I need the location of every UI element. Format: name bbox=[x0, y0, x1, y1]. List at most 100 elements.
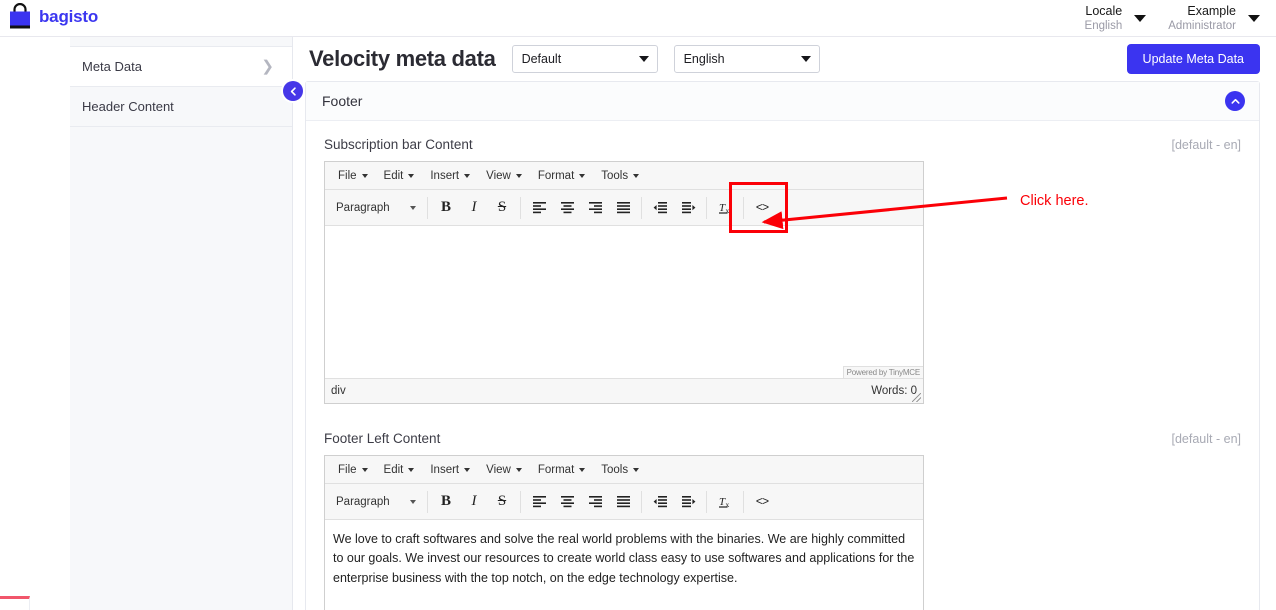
menu-format[interactable]: Format bbox=[531, 167, 592, 185]
format-block-label: Paragraph bbox=[336, 495, 390, 508]
source-code-icon[interactable]: <> bbox=[748, 489, 776, 515]
top-bar-right: Locale English Example Administrator bbox=[1071, 0, 1268, 37]
source-code-icon[interactable]: <> bbox=[748, 195, 776, 221]
strikethrough-icon[interactable]: S bbox=[488, 489, 516, 515]
italic-icon[interactable]: I bbox=[460, 489, 488, 515]
sidebar-item-label: Header Content bbox=[82, 99, 174, 114]
sidebar-collapse-button[interactable] bbox=[283, 81, 303, 101]
caret-down-icon bbox=[408, 467, 415, 472]
resize-handle[interactable] bbox=[912, 393, 921, 402]
editor-menubar: File Edit Insert View Format Tools bbox=[325, 162, 923, 190]
editor-menubar: File Edit Insert View Format Tools bbox=[325, 456, 923, 484]
bold-icon[interactable]: B bbox=[432, 489, 460, 515]
menu-label: File bbox=[338, 169, 357, 182]
menu-label: Insert bbox=[430, 169, 460, 182]
indent-icon[interactable] bbox=[674, 195, 702, 221]
word-count: Words: 0 bbox=[871, 385, 917, 397]
caret-down-icon bbox=[361, 173, 368, 178]
toolbar-separator bbox=[706, 490, 707, 513]
menu-insert[interactable]: Insert bbox=[423, 461, 477, 479]
menu-tools[interactable]: Tools bbox=[594, 461, 646, 479]
clear-formatting-icon[interactable]: Tx bbox=[711, 489, 739, 515]
align-justify-icon[interactable] bbox=[609, 195, 637, 221]
align-right-icon[interactable] bbox=[581, 489, 609, 515]
toolbar-separator bbox=[706, 196, 707, 219]
account-role: Administrator bbox=[1168, 19, 1236, 32]
sidebar: Meta Data ❯ Header Content bbox=[70, 37, 293, 610]
footer-left-editor: File Edit Insert View Format Tools Parag… bbox=[324, 455, 924, 610]
caret-down-icon bbox=[633, 173, 640, 178]
menu-label: View bbox=[486, 169, 511, 182]
menu-label: File bbox=[338, 463, 357, 476]
field-label: Subscription bar Content bbox=[324, 137, 473, 152]
toolbar-separator bbox=[520, 196, 521, 219]
brand-name: bagisto bbox=[39, 7, 99, 26]
align-right-icon[interactable] bbox=[581, 195, 609, 221]
caret-down-icon bbox=[1248, 15, 1260, 22]
outdent-icon[interactable] bbox=[646, 489, 674, 515]
account-name: Example bbox=[1187, 4, 1236, 19]
locale-select-wrapper: English bbox=[673, 45, 820, 73]
menu-insert[interactable]: Insert bbox=[423, 167, 477, 185]
align-center-icon[interactable] bbox=[553, 195, 581, 221]
align-left-icon[interactable] bbox=[525, 489, 553, 515]
menu-label: Format bbox=[537, 463, 575, 476]
footer-panel-body: Subscription bar Content [default - en] … bbox=[306, 121, 1259, 610]
format-block-select[interactable]: Paragraph bbox=[329, 195, 423, 221]
menu-file[interactable]: File bbox=[331, 461, 375, 479]
menu-label: Insert bbox=[430, 463, 460, 476]
main-content: Velocity meta data Default English Updat… bbox=[293, 37, 1276, 610]
clear-formatting-icon[interactable]: Tx bbox=[711, 195, 739, 221]
sidebar-item-header-content[interactable]: Header Content bbox=[70, 87, 292, 127]
subscription-bar-field-header: Subscription bar Content [default - en] bbox=[324, 137, 1241, 152]
menu-edit[interactable]: Edit bbox=[377, 461, 422, 479]
field-locale-tag: [default - en] bbox=[1171, 432, 1242, 446]
menu-label: Format bbox=[537, 169, 575, 182]
strikethrough-icon[interactable]: S bbox=[488, 195, 516, 221]
caret-down-icon bbox=[361, 467, 368, 472]
brand-logo[interactable]: bagisto bbox=[8, 3, 98, 31]
toolbar-separator bbox=[520, 490, 521, 513]
editor-toolbar: Paragraph B I S T x <> bbox=[325, 484, 923, 520]
align-center-icon[interactable] bbox=[553, 489, 581, 515]
menu-label: Edit bbox=[383, 169, 404, 182]
menu-edit[interactable]: Edit bbox=[377, 167, 422, 185]
menu-file[interactable]: File bbox=[331, 167, 375, 185]
toolbar-separator bbox=[427, 196, 428, 219]
menu-view[interactable]: View bbox=[479, 461, 529, 479]
outdent-icon[interactable] bbox=[646, 195, 674, 221]
sidebar-item-label: Meta Data bbox=[82, 59, 142, 74]
locale-select[interactable]: English bbox=[673, 45, 820, 73]
account-menu[interactable]: Example Administrator bbox=[1154, 4, 1268, 33]
toolbar-separator bbox=[641, 196, 642, 219]
italic-icon[interactable]: I bbox=[460, 195, 488, 221]
panel-collapse-button[interactable] bbox=[1225, 91, 1245, 111]
bold-icon[interactable]: B bbox=[432, 195, 460, 221]
align-left-icon[interactable] bbox=[525, 195, 553, 221]
menu-format[interactable]: Format bbox=[531, 461, 592, 479]
indent-icon[interactable] bbox=[674, 489, 702, 515]
menu-tools[interactable]: Tools bbox=[594, 167, 646, 185]
format-block-label: Paragraph bbox=[336, 201, 390, 214]
menu-label: Edit bbox=[383, 463, 404, 476]
locale-switcher[interactable]: Locale English bbox=[1071, 4, 1155, 33]
field-label: Footer Left Content bbox=[324, 431, 441, 446]
footer-panel-header[interactable]: Footer bbox=[306, 82, 1259, 121]
editor-content-area[interactable]: Powered by TinyMCE bbox=[325, 226, 923, 378]
editor-content: We love to craft softwares and solve the… bbox=[333, 532, 915, 585]
toolbar-separator bbox=[641, 490, 642, 513]
update-meta-data-button[interactable]: Update Meta Data bbox=[1126, 44, 1260, 74]
caret-down-icon bbox=[579, 467, 586, 472]
chevron-right-icon: ❯ bbox=[261, 58, 274, 75]
sidebar-item-meta-data[interactable]: Meta Data ❯ bbox=[70, 47, 292, 87]
align-justify-icon[interactable] bbox=[609, 489, 637, 515]
tinymce-branding: Powered by TinyMCE bbox=[842, 366, 923, 378]
menu-view[interactable]: View bbox=[479, 167, 529, 185]
subscription-bar-editor: File Edit Insert View Format Tools Parag… bbox=[324, 161, 924, 404]
caret-down-icon bbox=[410, 205, 416, 210]
editor-content-area[interactable]: We love to craft softwares and solve the… bbox=[325, 520, 923, 610]
field-locale-tag: [default - en] bbox=[1171, 138, 1242, 152]
caret-down-icon bbox=[410, 499, 416, 504]
format-block-select[interactable]: Paragraph bbox=[329, 489, 423, 515]
store-select[interactable]: Default bbox=[511, 45, 658, 73]
